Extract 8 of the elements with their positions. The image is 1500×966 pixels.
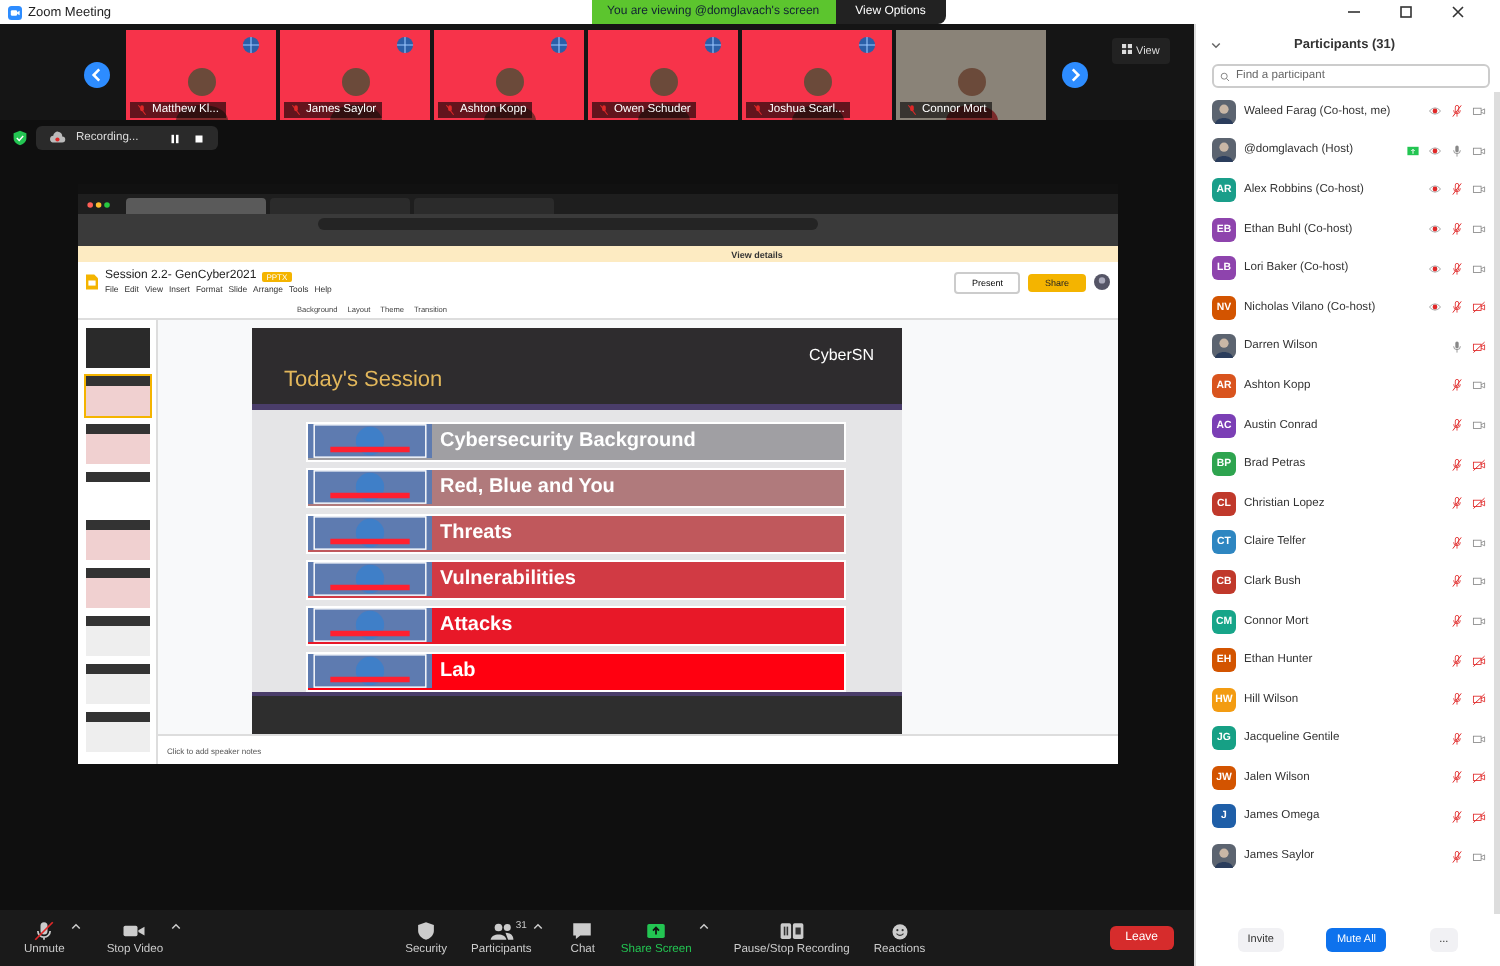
agenda-item-label: Vulnerabilities xyxy=(440,568,576,591)
agenda-item-label: Threats xyxy=(440,522,513,545)
brand-logo: CyberSN xyxy=(809,346,874,364)
slide-title: Today's Session xyxy=(284,367,443,392)
agenda-item-label: Attacks xyxy=(440,614,513,637)
agenda-item-label: Cybersecurity Background xyxy=(440,430,696,453)
agenda-item-label: Red, Blue and You xyxy=(440,476,615,499)
agenda-item-label: Lab xyxy=(440,660,476,683)
